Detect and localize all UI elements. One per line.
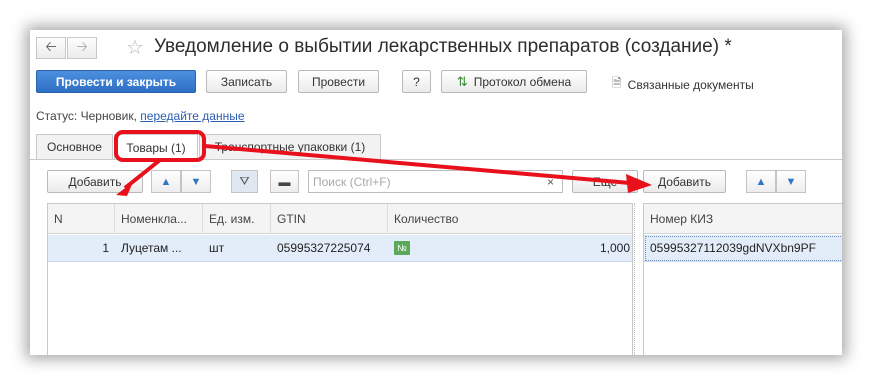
row-quantity: 1,000 [599, 241, 630, 255]
move-up-button[interactable]: ▲ [151, 170, 181, 193]
arrow-down-icon: ▼ [785, 175, 797, 188]
save-button[interactable]: Записать [206, 70, 287, 93]
related-documents-label: Связанные документы [627, 77, 754, 92]
tab-transport-packages[interactable]: Транспортные упаковки (1) [199, 134, 381, 159]
arrow-right-icon: 🡢 [76, 38, 88, 54]
arrow-up-icon: ▲ [755, 175, 767, 188]
goods-table: N Номенкла... Ед. изм. GTIN Количество 1… [47, 203, 633, 355]
column-header-quantity[interactable]: Количество [388, 204, 632, 234]
arrow-left-icon: 🡠 [45, 38, 57, 54]
post-and-close-button[interactable]: Провести и закрыть [36, 70, 196, 93]
send-data-link[interactable]: передайте данные [140, 109, 244, 123]
row-marking-cell: № [388, 235, 418, 261]
arrow-up-icon: ▲ [160, 175, 172, 188]
kiz-table: Номер КИЗ 05995327112039gdNVXbn9PF [643, 203, 842, 355]
column-header-nomenclature[interactable]: Номенкла... [115, 204, 203, 234]
more-button[interactable]: Еще [572, 170, 638, 193]
back-button[interactable]: 🡠 [36, 37, 66, 59]
filter-icon: ⛛ [239, 174, 250, 188]
search-clear-button[interactable]: × [538, 170, 563, 193]
status-value: Черновик, [80, 109, 137, 123]
exchange-icon: ⇅ [456, 73, 468, 89]
scan-barcode-button[interactable]: ▬ [270, 170, 299, 193]
help-button[interactable]: ? [402, 70, 431, 93]
page-title: Уведомление о выбытии лекарственных преп… [154, 36, 732, 57]
forward-button[interactable]: 🡢 [67, 37, 97, 59]
kiz-move-up-button[interactable]: ▲ [746, 170, 776, 193]
row-gtin: 05995327225074 [277, 241, 371, 255]
arrow-down-icon: ▼ [190, 175, 202, 188]
document-icon: 🗎 [612, 76, 622, 90]
row-number: 1 [102, 241, 109, 255]
move-down-button[interactable]: ▼ [181, 170, 211, 193]
document-window: 🡠 🡢 ☆ Уведомление о выбытии лекарственны… [30, 30, 842, 355]
tab-divider [30, 159, 842, 160]
status-line: Статус: Черновик, передайте данные [36, 109, 245, 123]
post-button[interactable]: Провести [298, 70, 379, 93]
tab-main[interactable]: Основное [36, 134, 113, 159]
filter-button[interactable]: ⛛ [231, 170, 258, 193]
status-label: Статус: [36, 109, 78, 123]
exchange-log-label: Протокол обмена [473, 74, 572, 89]
add-kiz-button[interactable]: Добавить [643, 170, 726, 193]
tab-goods[interactable]: Товары (1) [114, 134, 198, 160]
kiz-move-down-button[interactable]: ▼ [776, 170, 806, 193]
add-goods-button[interactable]: Добавить [47, 170, 143, 193]
star-icon[interactable]: ☆ [126, 35, 144, 60]
row-kiz-number: 05995327112039gdNVXbn9PF [650, 241, 816, 255]
exchange-log-button[interactable]: ⇅ Протокол обмена [441, 70, 587, 93]
row-unit: шт [209, 241, 225, 255]
search-input[interactable]: Поиск (Ctrl+F) [308, 170, 563, 193]
column-header-n[interactable]: N [48, 204, 115, 234]
marking-badge-icon: № [394, 241, 410, 255]
barcode-scanner-icon: ▬ [278, 174, 291, 189]
panel-splitter[interactable] [634, 203, 641, 355]
column-header-gtin[interactable]: GTIN [271, 204, 388, 234]
related-documents-link[interactable]: 🗎 Связанные документы [612, 74, 754, 95]
column-header-unit[interactable]: Ед. изм. [203, 204, 271, 234]
column-header-kiz[interactable]: Номер КИЗ [644, 204, 842, 234]
row-nomenclature: Луцетам ... [121, 241, 182, 255]
